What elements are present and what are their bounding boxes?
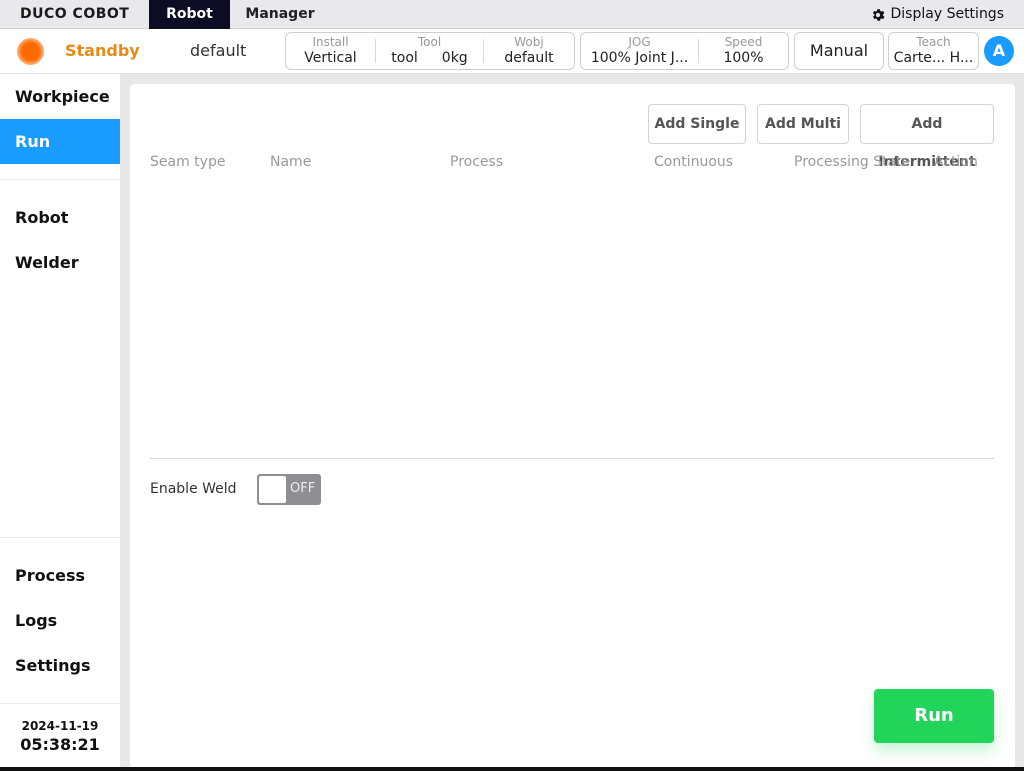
add-intermittent-button[interactable]: Add Intermittent: [860, 104, 994, 170]
run-button[interactable]: Run: [874, 689, 994, 743]
teach-caption: Teach: [916, 34, 951, 49]
sidebar-item-process[interactable]: Process: [0, 553, 120, 598]
speed-cell[interactable]: Speed 100%: [699, 34, 788, 66]
user-avatar[interactable]: A: [984, 36, 1014, 66]
speed-value: 100%: [723, 49, 764, 66]
tool-value: tool 0kg: [391, 49, 467, 67]
add-single-button[interactable]: Add Single: [648, 104, 746, 144]
column-header-seam-type: Seam type: [150, 154, 226, 170]
tool-cell[interactable]: Tool tool 0kg: [376, 34, 484, 66]
top-bar: DUCO COBOT Robot Manager Display Setting…: [0, 0, 1024, 29]
column-header-action: Action: [934, 154, 978, 170]
toggle-state-label: OFF: [290, 481, 316, 496]
wobj-caption: Wobj: [514, 34, 544, 49]
sidebar-divider: [0, 179, 120, 180]
install-value: Vertical: [304, 49, 357, 66]
display-settings-label: Display Settings: [890, 6, 1004, 22]
bottom-edge: [0, 767, 1024, 771]
wobj-cell[interactable]: Wobj default: [484, 34, 574, 66]
wobj-value: default: [504, 49, 554, 66]
jog-cell[interactable]: JOG 100% Joint J...: [581, 34, 699, 66]
tool-caption: Tool: [417, 34, 442, 49]
tab-robot[interactable]: Robot: [149, 0, 230, 29]
jog-value: 100% Joint J...: [590, 49, 689, 66]
run-panel: Add Single Add Multi Add Intermittent Se…: [130, 84, 1015, 768]
sidebar-item-workpiece[interactable]: Workpiece: [0, 74, 120, 119]
speed-caption: Speed: [724, 34, 763, 49]
sidebar-item-run[interactable]: Run: [0, 119, 120, 164]
column-header-name: Name: [270, 154, 312, 170]
teach-panel[interactable]: Teach Carte... H...: [888, 32, 979, 70]
sidebar: Workpiece Run Robot Welder Process Logs …: [0, 74, 120, 771]
gear-icon: [872, 8, 884, 21]
enable-weld-toggle[interactable]: OFF: [257, 474, 321, 505]
status-bar: Standby default Install Vertical Tool to…: [0, 29, 1024, 74]
toggle-knob: [259, 476, 286, 503]
tab-manager[interactable]: Manager: [230, 0, 330, 29]
brand-logo: DUCO COBOT: [20, 6, 130, 22]
clock-date: 2024-11-19: [21, 719, 99, 733]
install-tool-wobj-panel[interactable]: Install Vertical Tool tool 0kg Wobj defau…: [285, 32, 575, 70]
add-multi-button[interactable]: Add Multi: [757, 104, 849, 144]
column-header-process: Process: [450, 154, 504, 170]
table-divider: [150, 458, 994, 459]
sidebar-divider: [0, 703, 120, 704]
tool-weight: 0kg: [441, 49, 468, 66]
manual-mode-button[interactable]: Manual: [794, 32, 884, 70]
jog-caption: JOG: [628, 34, 651, 49]
project-name[interactable]: default: [190, 41, 246, 60]
column-header-continuous: Continuous: [654, 154, 734, 170]
clock: 2024-11-19 05:38:21: [0, 719, 120, 754]
tool-name: tool: [391, 49, 418, 66]
robot-state: Standby: [65, 41, 140, 60]
install-cell[interactable]: Install Vertical: [286, 34, 376, 66]
jog-speed-panel[interactable]: JOG 100% Joint J... Speed 100%: [580, 32, 789, 70]
clock-time: 05:38:21: [20, 735, 100, 754]
sidebar-item-welder[interactable]: Welder: [0, 240, 120, 285]
column-header-processing-state: Processing State: [794, 154, 911, 170]
sidebar-item-robot[interactable]: Robot: [0, 195, 120, 240]
display-settings-button[interactable]: Display Settings: [870, 0, 1004, 29]
enable-weld-label: Enable Weld: [150, 481, 237, 497]
status-indicator-icon: [17, 38, 44, 65]
sidebar-divider: [0, 537, 120, 538]
install-caption: Install: [312, 34, 349, 49]
sidebar-item-logs[interactable]: Logs: [0, 598, 120, 643]
teach-value: Carte... H...: [893, 49, 974, 66]
teach-cell[interactable]: Teach Carte... H...: [889, 34, 978, 66]
sidebar-item-settings[interactable]: Settings: [0, 643, 120, 688]
